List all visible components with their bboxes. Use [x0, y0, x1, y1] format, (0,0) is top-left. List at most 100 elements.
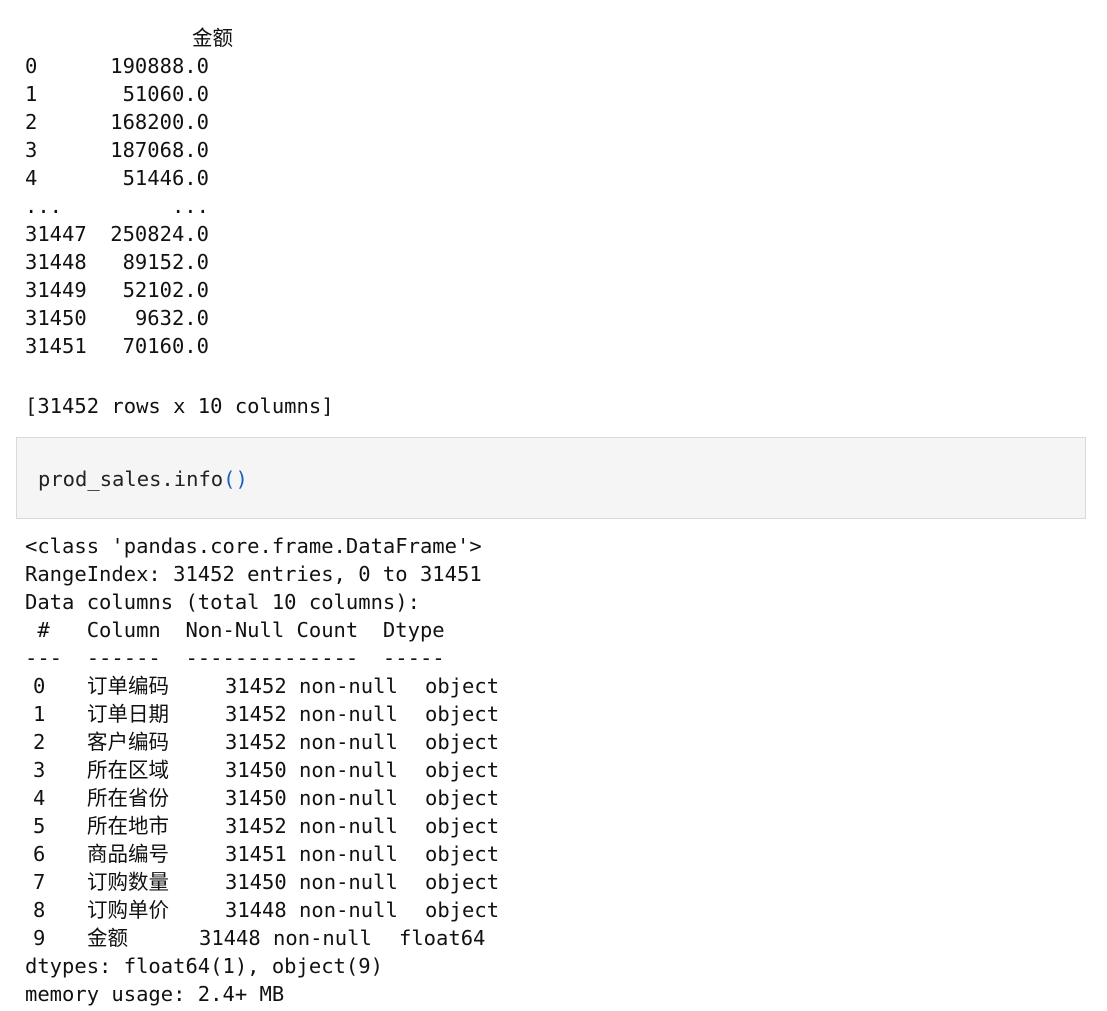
column-name: 商品编号 — [87, 842, 169, 866]
series-value: 52102.0 — [122, 278, 209, 302]
info-column-row: 5 所在地市 31452 non-null object — [25, 812, 499, 840]
column-header-line: # Column Non-Null Count Dtype — [25, 618, 470, 642]
info-column-row: 0 订单编码 31452 non-null object — [25, 672, 499, 700]
class-line: <class 'pandas.core.frame.DataFrame'> — [25, 534, 482, 558]
series-row: 3 187068.0 — [25, 136, 233, 164]
series-index: 1 — [25, 82, 38, 106]
series-index: 4 — [25, 166, 38, 190]
column-name: 订购单价 — [87, 898, 169, 922]
column-name: 客户编码 — [87, 730, 169, 754]
series-index: 31449 — [25, 278, 87, 302]
memory-line: memory usage: 2.4+ MB — [25, 982, 285, 1006]
series-value: 250824.0 — [110, 222, 209, 246]
column-name: 订单编码 — [87, 674, 169, 698]
series-value: 190888.0 — [110, 54, 209, 78]
info-column-row: 1 订单日期 31452 non-null object — [25, 700, 499, 728]
code-call: prod_sales.info — [38, 467, 224, 491]
column-dtype: object — [425, 730, 500, 754]
series-row: 31447 250824.0 — [25, 220, 233, 248]
column-dtype: object — [425, 870, 500, 894]
column-number: 9 — [33, 926, 46, 950]
column-dtype: object — [425, 842, 500, 866]
series-header: 金额 — [192, 26, 233, 50]
series-index: ... — [25, 194, 63, 218]
series-row: ...... — [25, 192, 233, 220]
series-header-row: 金额 — [25, 24, 233, 52]
info-column-row: 4 所在省份 31450 non-null object — [25, 784, 499, 812]
series-index: 31447 — [25, 222, 87, 246]
column-dtype: object — [425, 758, 500, 782]
series-row: 31448 89152.0 — [25, 248, 233, 276]
series-output: 金额 0 190888.0 1 51060.0 2 168200.0 3 187068.0 4 5… — [25, 24, 233, 360]
column-number: 3 — [33, 758, 46, 782]
series-value: 89152.0 — [122, 250, 209, 274]
series-value: ... — [171, 194, 209, 218]
column-name: 金额 — [87, 926, 128, 950]
column-number: 1 — [33, 702, 46, 726]
column-number: 0 — [33, 674, 46, 698]
column-number: 6 — [33, 842, 46, 866]
info-column-row: 6 商品编号 31451 non-null object — [25, 840, 499, 868]
non-null-count: 31450 non-null — [225, 758, 398, 782]
series-index: 0 — [25, 54, 38, 78]
series-value: 51446.0 — [122, 166, 209, 190]
column-name: 所在地市 — [87, 814, 169, 838]
info-column-row: 2 客户编码 31452 non-null object — [25, 728, 499, 756]
range-index-line: RangeIndex: 31452 entries, 0 to 31451 — [25, 562, 482, 586]
column-number: 8 — [33, 898, 46, 922]
info-column-row: 3 所在区域 31450 non-null object — [25, 756, 499, 784]
info-output: <class 'pandas.core.frame.DataFrame'> Ra… — [25, 532, 499, 1008]
series-rows: 0 190888.0 1 51060.0 2 168200.0 3 187068.0 4 5144… — [25, 52, 233, 360]
series-row: 31450 9632.0 — [25, 304, 233, 332]
non-null-count: 31450 non-null — [225, 870, 398, 894]
column-number: 2 — [33, 730, 46, 754]
info-column-row: 9 金额 31448 non-null float64 — [25, 924, 499, 952]
series-value: 187068.0 — [110, 138, 209, 162]
info-column-row: 8 订购单价 31448 non-null object — [25, 896, 499, 924]
non-null-count: 31450 non-null — [225, 786, 398, 810]
column-dtype: float64 — [399, 926, 486, 950]
non-null-count: 31448 non-null — [225, 898, 398, 922]
code-input[interactable]: prod_sales.info() — [38, 465, 248, 493]
column-dtype: object — [425, 674, 500, 698]
series-index: 31451 — [25, 334, 87, 358]
non-null-count: 31452 non-null — [225, 730, 398, 754]
column-dtype: object — [425, 786, 500, 810]
series-value: 51060.0 — [122, 82, 209, 106]
non-null-count: 31452 non-null — [225, 702, 398, 726]
column-name: 订单日期 — [87, 702, 169, 726]
dtypes-line: dtypes: float64(1), object(9) — [25, 954, 383, 978]
series-row: 2 168200.0 — [25, 108, 233, 136]
column-number: 4 — [33, 786, 46, 810]
info-column-row: 7 订购数量 31450 non-null object — [25, 868, 499, 896]
series-index: 31448 — [25, 250, 87, 274]
column-number: 7 — [33, 870, 46, 894]
info-column-rows: 0 订单编码 31452 non-null object 1 订单日期 31452 non-… — [25, 672, 499, 952]
non-null-count: 31452 non-null — [225, 814, 398, 838]
column-name: 所在区域 — [87, 758, 169, 782]
column-name: 订购数量 — [87, 870, 169, 894]
separator-line: --- ------ -------------- ----- — [25, 646, 470, 670]
code-parens: () — [223, 467, 248, 491]
series-index: 3 — [25, 138, 38, 162]
column-dtype: object — [425, 898, 500, 922]
non-null-count: 31452 non-null — [225, 674, 398, 698]
series-value: 168200.0 — [110, 110, 209, 134]
series-row: 4 51446.0 — [25, 164, 233, 192]
dataframe-summary: [31452 rows x 10 columns] — [25, 394, 334, 418]
code-cell[interactable]: prod_sales.info() — [16, 437, 1086, 519]
series-value: 70160.0 — [122, 334, 209, 358]
series-row: 1 51060.0 — [25, 80, 233, 108]
column-dtype: object — [425, 702, 500, 726]
data-columns-line: Data columns (total 10 columns): — [25, 590, 420, 614]
column-dtype: object — [425, 814, 500, 838]
series-index: 31450 — [25, 306, 87, 330]
non-null-count: 31451 non-null — [225, 842, 398, 866]
series-index: 2 — [25, 110, 38, 134]
series-value: 9632.0 — [134, 306, 209, 330]
series-row: 31449 52102.0 — [25, 276, 233, 304]
non-null-count: 31448 non-null — [199, 926, 372, 950]
series-row: 0 190888.0 — [25, 52, 233, 80]
column-number: 5 — [33, 814, 46, 838]
series-row: 31451 70160.0 — [25, 332, 233, 360]
